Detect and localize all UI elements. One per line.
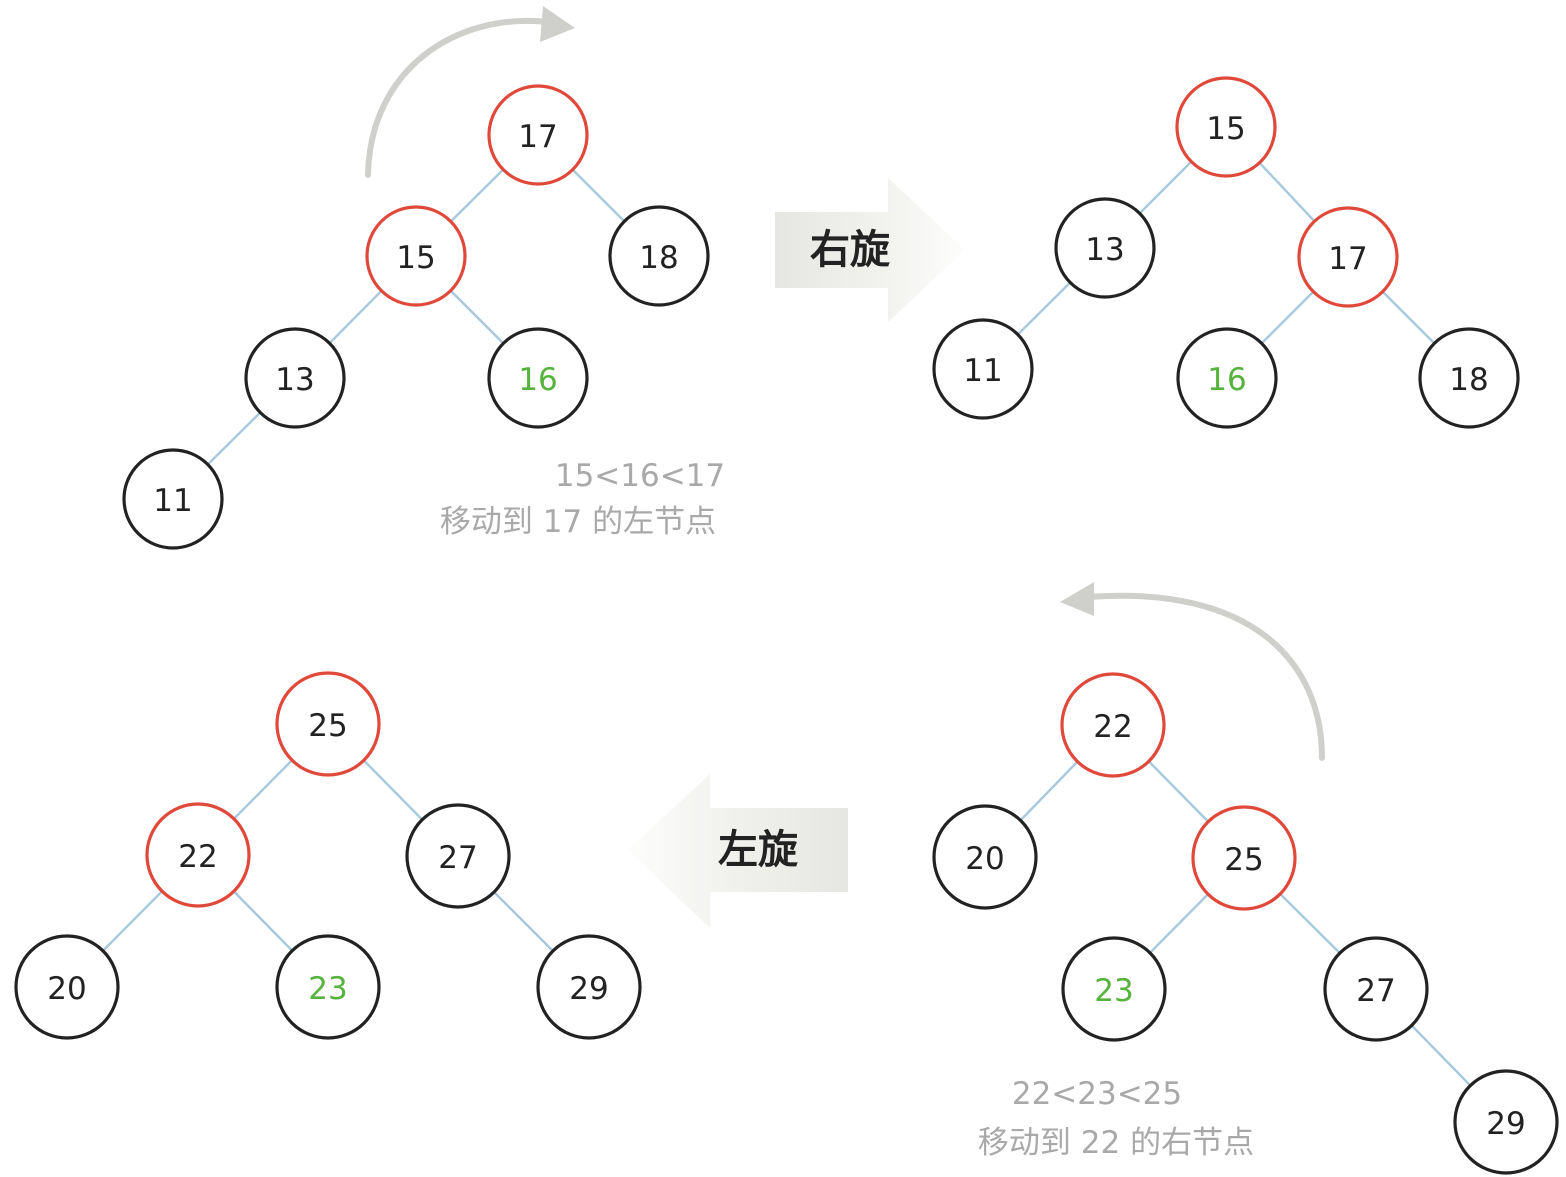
node-value: 22 (178, 839, 217, 875)
tree-node: 25 (275, 671, 381, 777)
comparison-note: 22<23<25 (1012, 1076, 1182, 1112)
node-value: 13 (275, 362, 314, 398)
tree-node: 18 (608, 205, 710, 307)
left-rotation-before-tree: 22 20 25 23 27 29 22<23<25 移动到 22 的右节点 (932, 582, 1559, 1175)
left-rotation-after-tree: 25 22 27 20 23 29 (14, 671, 642, 1040)
tree-node: 13 (244, 327, 346, 429)
node-value: 23 (308, 971, 347, 1007)
tree-node-highlighted: 23 (1061, 936, 1167, 1042)
node-value: 17 (1328, 241, 1367, 277)
tree-node: 20 (14, 934, 120, 1040)
tree-node: 22 (145, 802, 251, 908)
tree-node-highlighted: 16 (1176, 327, 1278, 429)
node-value: 22 (1093, 709, 1132, 745)
move-note: 移动到 22 的右节点 (978, 1125, 1254, 1161)
tree-edges (984, 724, 1507, 1123)
tree-node: 18 (1418, 327, 1520, 429)
node-value: 27 (1356, 973, 1395, 1009)
node-value: 17 (518, 119, 557, 155)
node-value: 29 (569, 971, 608, 1007)
right-rotation-after-tree: 15 13 17 11 16 18 (932, 76, 1520, 429)
right-rotation-before-tree: 17 15 18 13 16 11 15<16<17 移动到 17 的左节点 (122, 6, 725, 550)
node-value: 25 (1224, 842, 1263, 878)
tree-node: 17 (487, 84, 589, 186)
tree-node-highlighted: 23 (275, 934, 381, 1040)
node-value: 23 (1094, 973, 1133, 1009)
red-black-tree-rotation-diagram: 17 15 18 13 16 11 15<16<17 移动到 17 的左节点 右… (14, 6, 1559, 1175)
tree-node: 27 (405, 803, 511, 909)
node-value: 15 (1206, 111, 1245, 147)
node-value: 16 (518, 362, 557, 398)
tree-node: 11 (932, 318, 1034, 420)
tree-node: 17 (1297, 206, 1399, 308)
tree-node-highlighted: 16 (487, 327, 589, 429)
tree-node: 29 (1453, 1069, 1559, 1175)
tree-node: 25 (1191, 805, 1297, 911)
node-value: 29 (1486, 1106, 1525, 1142)
comparison-note: 15<16<17 (555, 458, 725, 494)
tree-node: 13 (1054, 197, 1156, 299)
tree-node: 27 (1323, 936, 1429, 1042)
node-value: 18 (1449, 362, 1488, 398)
left-rotation-arrow: 左旋 (628, 774, 848, 928)
arrow-label: 左旋 (718, 827, 798, 873)
right-rotation-arrow: 右旋 (775, 178, 965, 322)
tree-node: 20 (932, 804, 1038, 910)
node-value: 20 (965, 841, 1004, 877)
tree-node: 11 (122, 448, 224, 550)
tree-node: 29 (536, 934, 642, 1040)
move-note: 移动到 17 的左节点 (440, 504, 716, 540)
node-value: 20 (47, 971, 86, 1007)
node-value: 11 (963, 353, 1002, 389)
arrow-label: 右旋 (810, 227, 890, 273)
tree-node: 22 (1060, 672, 1166, 778)
node-value: 11 (153, 483, 192, 519)
node-value: 15 (396, 240, 435, 276)
tree-node: 15 (1175, 76, 1277, 178)
tree-node: 15 (365, 205, 467, 307)
node-value: 18 (639, 240, 678, 276)
node-value: 25 (308, 708, 347, 744)
tree-edges (172, 134, 660, 500)
node-value: 13 (1085, 232, 1124, 268)
node-value: 16 (1207, 362, 1246, 398)
node-value: 27 (438, 840, 477, 876)
